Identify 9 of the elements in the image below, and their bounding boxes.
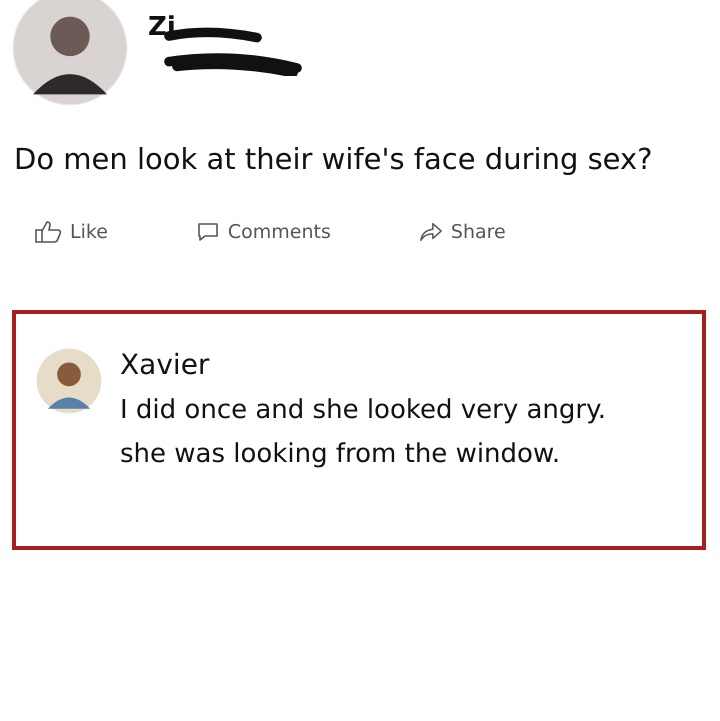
commenter-name: Xavier — [120, 348, 210, 380]
post-text: Do men look at their wife's face during sex? — [14, 141, 654, 178]
comment-text: she was looking from the window. — [120, 438, 562, 468]
thumbs-up-icon — [34, 220, 62, 244]
like-button[interactable]: Like — [34, 220, 108, 244]
avatar — [36, 348, 102, 414]
share-button[interactable]: Share — [418, 220, 506, 244]
comments-button[interactable]: Comments — [196, 220, 331, 244]
comment-text: I did once and she looked very angry. — [120, 394, 606, 424]
